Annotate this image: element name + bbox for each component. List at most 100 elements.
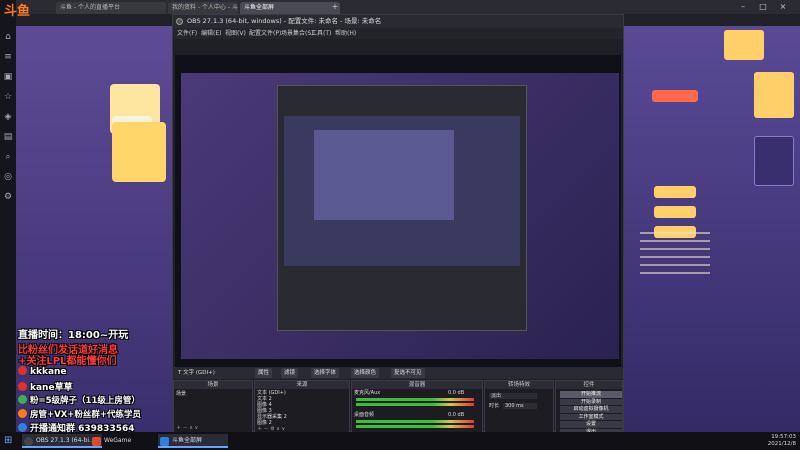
start-streaming-button[interactable]: 开始推流 [560, 391, 622, 398]
scene-item[interactable]: 场景 [176, 391, 186, 397]
game-icon[interactable]: ◈ [3, 112, 13, 122]
maximize-icon[interactable]: □ [756, 1, 770, 13]
controls-dock-title: 控件 [556, 381, 622, 389]
weibo-handle: kkkane [30, 367, 67, 377]
minimize-icon[interactable]: – [736, 1, 750, 13]
task-wegame-label: WeGame [104, 437, 132, 444]
task-obs-label: OBS 27.1.3 (64-bi... [36, 437, 95, 444]
obs-logo-icon [176, 18, 183, 25]
desktop-meter [356, 420, 474, 423]
browser-icon [160, 437, 169, 446]
mic-meter-2 [356, 403, 474, 406]
mic-meter [356, 398, 474, 401]
invisible-toggle[interactable]: 复选不可见 [391, 368, 425, 378]
studio-mode-button[interactable]: 工作室模式 [560, 413, 622, 420]
weibo-icon [18, 366, 27, 375]
clock-date: 2021/12/8 [767, 441, 796, 447]
video-icon[interactable]: ▣ [3, 72, 13, 82]
nested-obs [277, 85, 527, 331]
current-source-label: T 文字 (GDI+) [175, 368, 218, 378]
transitions-dock: 转场特效 淡出 时长 300 ms [484, 380, 554, 433]
qq-icon [18, 423, 27, 432]
star-icon[interactable]: ☆ [3, 92, 13, 102]
virtual-camera-button[interactable]: 启动虚拟摄像机 [560, 406, 622, 413]
select-font-button[interactable]: 选择字体 [311, 368, 340, 378]
chat-icon[interactable]: ◎ [3, 172, 13, 182]
tab-fullscreen[interactable]: 斗鱼全部屏 [240, 2, 340, 14]
task-browser[interactable]: 斗鱼全部屏 [158, 434, 228, 448]
menu-tools[interactable]: 工具(T) [311, 28, 331, 39]
preview-capture [181, 73, 619, 359]
group-icon [18, 409, 27, 418]
duration-input[interactable]: 300 ms [503, 403, 537, 409]
book-icon[interactable]: ▤ [3, 132, 13, 142]
scene-controls: ＋ － ∧ ∨ [176, 425, 198, 431]
nested-obs-preview-inner [314, 130, 454, 220]
gold-button-2[interactable] [654, 206, 696, 218]
obs-preview[interactable] [175, 55, 621, 367]
start-recording-button[interactable]: 开始录制 [560, 398, 622, 405]
browser-side-toolbar: ⌂ ≡ ▣ ☆ ◈ ▤ ⌕ ◎ ⚙ [0, 0, 16, 432]
clock-time: 19:57:03 [771, 434, 796, 440]
system-tray-clock[interactable]: 19:57:03 2021/12/8 [768, 434, 796, 448]
start-button[interactable]: ⊞ [4, 434, 18, 448]
desktop: ⌂ ≡ ▣ ☆ ◈ ▤ ⌕ ◎ ⚙ 斗鱼 - 个人的直播平台 我的资料 - 个人… [0, 0, 800, 450]
overlay-stream-time: 直播时间：18:00~开玩 [18, 330, 129, 341]
mixer-mic-db: 0.0 dB [448, 390, 465, 396]
menu-edit[interactable]: 编辑(E) [201, 28, 221, 39]
weibo-icon [18, 382, 27, 391]
overlay-fan-rule: 粉=5级牌子（11级上房管） [18, 394, 140, 406]
menu-view[interactable]: 视图(V) [225, 28, 246, 39]
menu-help[interactable]: 帮助(H) [335, 28, 356, 39]
tab-profile[interactable]: 我的资料 - 个人中心 - 斗鱼 [168, 2, 238, 14]
menu-scene-collection[interactable]: 场景集合(S) [281, 28, 314, 39]
scenes-dock: 场景 场景 ＋ － ∧ ∨ [173, 380, 253, 433]
fan-rule-text: 粉=5级牌子（11级上房管） [30, 396, 140, 406]
activity-gold [754, 72, 794, 118]
source-name: 文字 (GDI+) [183, 370, 215, 376]
obs-source-toolbar: T 文字 (GDI+) 属性 滤镜 选择字体 选择颜色 复选不可见 [173, 367, 623, 379]
avatar-card [112, 122, 166, 182]
sources-dock-title: 来源 [255, 381, 349, 389]
list-icon[interactable]: ≡ [3, 52, 13, 62]
overlay-admin: 房管+VX+粉丝群+代练学员 [18, 408, 141, 420]
home-icon[interactable]: ⌂ [3, 32, 13, 42]
overlay-weibo-2: kane草草 [18, 380, 73, 393]
settings-icon[interactable]: ⚙ [3, 192, 13, 202]
gold-button-1[interactable] [654, 186, 696, 198]
obs-title-text: OBS 27.1.3 (64-bit, windows) - 配置文件: 未命名… [187, 17, 382, 25]
duration-label: 时长 [489, 403, 500, 409]
down-icon[interactable]: ∨ [194, 425, 198, 431]
overlay-weibo: kkkane [18, 366, 67, 377]
properties-button[interactable]: 属性 [255, 368, 273, 378]
wegame-icon [92, 437, 101, 446]
task-browser-label: 斗鱼全部屏 [172, 437, 203, 444]
overlay-line-3: +关注LPL都能懂你们 [18, 356, 117, 367]
red-pill[interactable] [652, 90, 698, 102]
sources-dock: 来源 文本 (GDI+) 文本 2 图像 4 图像 3 显示器采集 2 图像 2… [254, 380, 350, 433]
menu-file[interactable]: 文件(F) [177, 28, 197, 39]
taskbar: ⊞ OBS 27.1.3 (64-bi... WeGame 斗鱼全部屏 19:5… [0, 432, 800, 450]
select-color-button[interactable]: 选择颜色 [351, 368, 380, 378]
obs-icon [24, 437, 33, 446]
settings-button[interactable]: 设置 [560, 421, 622, 428]
mixer-dock-title: 混音器 [352, 381, 482, 389]
mixer-dock: 混音器 麦克风/Aux 0.0 dB 桌面音频 0.0 dB [351, 380, 483, 433]
menu-profile[interactable]: 配置文件(P) [249, 28, 281, 39]
mixer-desktop-db: 0.0 dB [448, 412, 465, 418]
douyu-logo: 斗鱼 [4, 4, 31, 19]
task-wegame[interactable]: WeGame [90, 434, 152, 448]
filters-button[interactable]: 滤镜 [281, 368, 299, 378]
obs-title-bar: OBS 27.1.3 (64-bit, windows) - 配置文件: 未命名… [173, 15, 623, 28]
obs-window: OBS 27.1.3 (64-bit, windows) - 配置文件: 未命名… [172, 14, 624, 435]
add-icon[interactable]: ＋ [176, 425, 183, 431]
red-banner [86, 10, 166, 30]
new-tab-icon[interactable]: + [328, 1, 342, 13]
mixer-channel-mic: 麦克风/Aux [354, 390, 381, 396]
stream-page-right [624, 26, 800, 432]
search-icon[interactable]: ⌕ [3, 152, 13, 162]
weibo-handle-2: kane草草 [30, 383, 73, 393]
close-icon[interactable]: × [776, 1, 790, 13]
transitions-dock-title: 转场特效 [485, 381, 553, 389]
transition-select[interactable]: 淡出 [489, 393, 537, 399]
